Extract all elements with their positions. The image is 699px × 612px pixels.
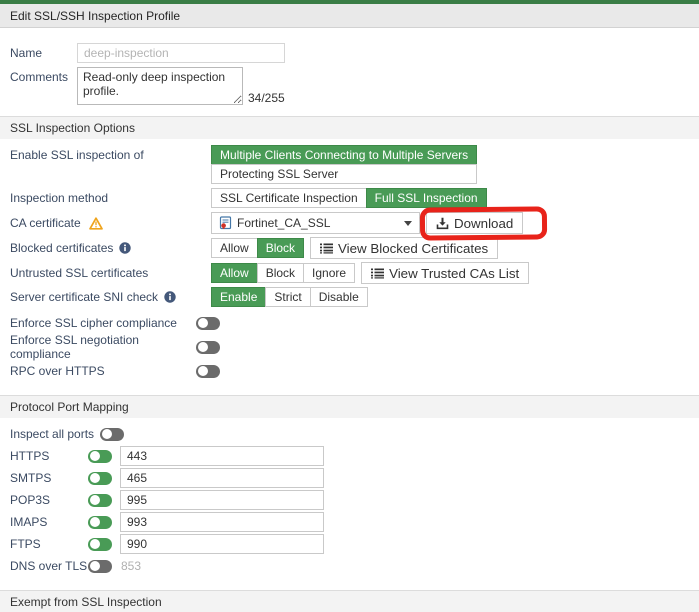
blocked-certificates-options: Allow Block [211, 238, 305, 258]
view-trusted-cas-button[interactable]: View Trusted CAs List [361, 262, 530, 284]
smtps-port-input[interactable] [120, 468, 324, 488]
imaps-label: IMAPS [10, 515, 48, 529]
ca-certificate-value: Fortinet_CA_SSL [237, 216, 331, 230]
list-icon [371, 268, 385, 279]
download-icon [436, 217, 449, 230]
smtps-toggle[interactable] [88, 471, 112, 485]
download-button-label: Download [454, 215, 514, 231]
section-ssl-inspection-options: SSL Inspection Options [0, 116, 699, 139]
warning-icon [88, 216, 103, 230]
pop3s-port-input[interactable] [120, 490, 324, 510]
view-trusted-cas-label: View Trusted CAs List [389, 265, 520, 281]
pop3s-label: POP3S [10, 493, 51, 507]
rpc-over-https-toggle[interactable] [196, 364, 220, 378]
negotiation-compliance-row: Enforce SSL negotiation compliance [10, 333, 689, 361]
https-label: HTTPS [10, 449, 50, 463]
download-button[interactable]: Download [426, 212, 524, 234]
sni-check-options: Enable Strict Disable [211, 287, 368, 307]
pop3s-toggle[interactable] [88, 493, 112, 507]
enable-ssl-inspection-options: Multiple Clients Connecting to Multiple … [211, 145, 478, 184]
imaps-toggle[interactable] [88, 515, 112, 529]
section-exempt-from-ssl-inspection: Exempt from SSL Inspection [0, 590, 699, 612]
chevron-down-icon [404, 220, 412, 226]
name-row: Name [10, 43, 689, 63]
ca-certificate-label: CA certificate [10, 216, 81, 230]
certificate-icon [219, 216, 232, 230]
sni-check-label-wrap: Server certificate SNI check [10, 290, 211, 304]
option-blocked-allow[interactable]: Allow [211, 238, 258, 258]
option-full-ssl-inspection[interactable]: Full SSL Inspection [365, 188, 487, 208]
option-sni-disable[interactable]: Disable [309, 287, 368, 307]
dns-over-tls-label: DNS over TLS [10, 559, 88, 573]
port-row-smtps: SMTPS [10, 468, 689, 488]
enable-ssl-inspection-row: Enable SSL inspection of Multiple Client… [10, 145, 689, 184]
negotiation-compliance-toggle[interactable] [196, 340, 220, 354]
ftps-port-input[interactable] [120, 534, 324, 554]
blocked-certificates-label-wrap: Blocked certificates [10, 241, 211, 255]
dns-over-tls-toggle[interactable] [88, 559, 112, 573]
section-protocol-port-mapping: Protocol Port Mapping [0, 395, 699, 418]
sni-check-row: Server certificate SNI check Enable Stri… [10, 287, 689, 307]
dns-over-tls-port-value: 853 [121, 559, 142, 573]
option-sni-enable[interactable]: Enable [211, 287, 267, 307]
port-row-https: HTTPS [10, 446, 689, 466]
view-blocked-certificates-button[interactable]: View Blocked Certificates [310, 237, 499, 259]
port-row-ftps: FTPS [10, 534, 689, 554]
ca-certificate-label-wrap: CA certificate [10, 216, 211, 230]
negotiation-compliance-label: Enforce SSL negotiation compliance [10, 333, 139, 361]
port-row-imaps: IMAPS [10, 512, 689, 532]
option-untrusted-allow[interactable]: Allow [211, 263, 258, 283]
enable-ssl-inspection-label: Enable SSL inspection of [10, 148, 144, 162]
inspection-method-options: SSL Certificate Inspection Full SSL Insp… [211, 188, 487, 208]
rpc-over-https-row: RPC over HTTPS [10, 363, 689, 379]
https-port-input[interactable] [120, 446, 324, 466]
inspect-all-ports-toggle[interactable] [100, 427, 125, 441]
imaps-port-input[interactable] [120, 512, 324, 532]
info-icon [164, 291, 176, 303]
inspection-method-row: Inspection method SSL Certificate Inspec… [10, 188, 689, 208]
untrusted-certificates-options: Allow Block Ignore [211, 263, 356, 283]
ftps-label: FTPS [10, 537, 41, 551]
ftps-toggle[interactable] [88, 537, 112, 551]
rpc-over-https-label: RPC over HTTPS [10, 364, 105, 378]
untrusted-certificates-label: Untrusted SSL certificates [10, 266, 149, 280]
inspect-all-ports-label: Inspect all ports [10, 427, 95, 441]
option-untrusted-block[interactable]: Block [256, 263, 305, 283]
cipher-compliance-label: Enforce SSL cipher compliance [10, 316, 177, 330]
comments-counter: 34/255 [248, 91, 285, 105]
view-blocked-certificates-label: View Blocked Certificates [338, 240, 489, 256]
name-label: Name [10, 46, 43, 60]
ca-certificate-row: CA certificate Fortinet_CA_SSL Download [10, 206, 689, 241]
untrusted-certificates-row: Untrusted SSL certificates Allow Block I… [10, 262, 689, 284]
cipher-compliance-row: Enforce SSL cipher compliance [10, 315, 689, 331]
blocked-certificates-row: Blocked certificates Allow Block View Bl… [10, 237, 689, 259]
option-multiple-clients[interactable]: Multiple Clients Connecting to Multiple … [211, 145, 478, 165]
option-ssl-certificate-inspection[interactable]: SSL Certificate Inspection [211, 188, 367, 208]
sni-check-label: Server certificate SNI check [10, 290, 159, 304]
smtps-label: SMTPS [10, 471, 52, 485]
comments-label: Comments [10, 70, 69, 84]
info-icon [119, 242, 132, 254]
port-row-dns-over-tls: DNS over TLS 853 [10, 556, 689, 576]
option-blocked-block[interactable]: Block [256, 238, 305, 258]
inspection-method-label: Inspection method [10, 191, 109, 205]
option-untrusted-ignore[interactable]: Ignore [303, 263, 356, 283]
option-sni-strict[interactable]: Strict [265, 287, 311, 307]
option-protecting-ssl-server[interactable]: Protecting SSL Server [211, 164, 478, 184]
ca-certificate-dropdown[interactable]: Fortinet_CA_SSL [211, 212, 420, 234]
cipher-compliance-toggle[interactable] [196, 316, 220, 330]
port-row-pop3s: POP3S [10, 490, 689, 510]
blocked-certificates-label: Blocked certificates [10, 241, 114, 255]
inspect-all-ports-row: Inspect all ports [10, 427, 689, 441]
list-icon [320, 243, 334, 254]
comments-textarea[interactable]: Read-only deep inspection profile. [77, 67, 243, 105]
name-input[interactable] [77, 43, 285, 63]
https-toggle[interactable] [88, 449, 112, 463]
page-title: Edit SSL/SSH Inspection Profile [0, 4, 699, 28]
comments-row: Comments Read-only deep inspection profi… [10, 67, 689, 105]
